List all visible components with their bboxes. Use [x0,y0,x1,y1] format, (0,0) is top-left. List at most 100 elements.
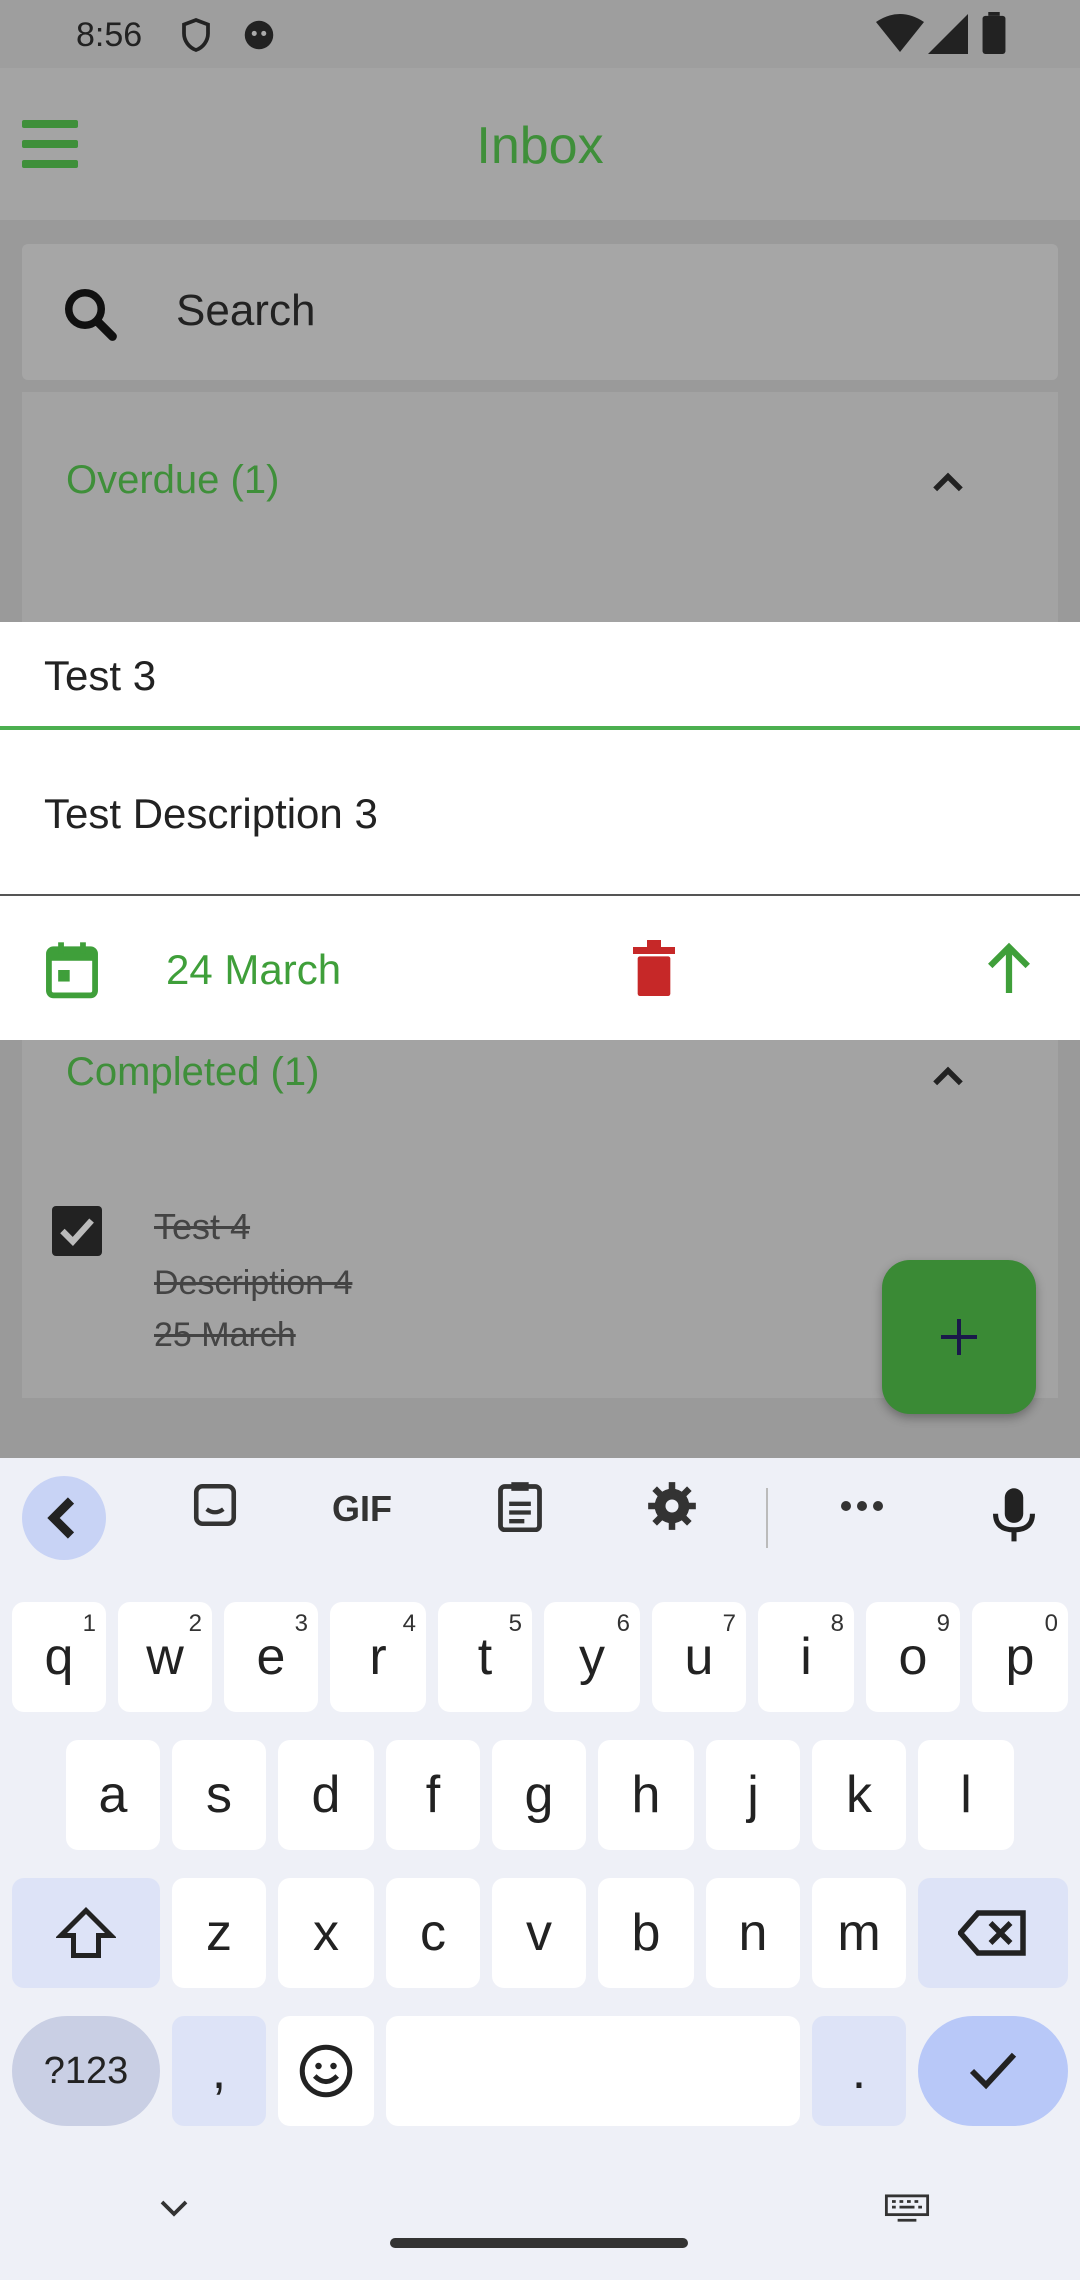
key-label: u [684,1628,714,1686]
key-label: w [146,1628,184,1686]
completed-item-description: Description 4 [154,1264,353,1302]
battery-icon [982,12,1006,54]
key-label: t [477,1628,493,1686]
completed-item-title[interactable]: Test 4 [154,1206,250,1248]
chevron-up-icon[interactable] [926,460,970,504]
key-label: o [898,1628,928,1686]
space-key[interactable] [386,2016,800,2126]
key-label: r [369,1628,387,1686]
key-label: p [1005,1628,1035,1686]
task-description-field[interactable]: Test Description 3 [44,790,378,838]
key-a[interactable]: a [66,1740,160,1850]
key-r[interactable]: r4 [330,1602,426,1712]
period-key[interactable]: . [812,2016,906,2126]
key-j[interactable]: j [706,1740,800,1850]
symbols-key[interactable]: ?123 [12,2016,160,2126]
signal-icon [928,14,968,54]
completed-header[interactable]: Completed (1) [66,1050,319,1095]
key-hint: 7 [722,1610,736,1637]
key-hint: 1 [82,1610,96,1637]
key-hint: 3 [294,1610,308,1637]
backspace-key[interactable] [918,1878,1068,1988]
key-hint: 5 [508,1610,522,1637]
wifi-icon [876,14,924,52]
calendar-icon[interactable] [44,940,100,1000]
settings-gear-icon[interactable] [646,1480,698,1532]
key-w[interactable]: w2 [118,1602,212,1712]
keyboard-switch-icon[interactable] [884,2194,930,2224]
key-i[interactable]: i8 [758,1602,854,1712]
status-bar: 8:56 [0,0,1080,68]
key-g[interactable]: g [492,1740,586,1850]
clipboard-icon[interactable] [496,1480,544,1532]
overdue-header[interactable]: Overdue (1) [66,458,279,503]
keyboard-hide-icon[interactable] [156,2196,192,2220]
overdue-section: Overdue (1) [22,392,1058,622]
key-l[interactable]: l [918,1740,1014,1850]
key-p[interactable]: p0 [972,1602,1068,1712]
trash-icon[interactable] [632,940,676,996]
task-title-field[interactable]: Test 3 [44,652,156,700]
emoji-key[interactable] [278,2016,374,2126]
key-c[interactable]: c [386,1878,480,1988]
key-label: y [579,1628,605,1686]
toolbar-divider [766,1488,768,1548]
chevron-left-icon [47,1497,75,1539]
key-f[interactable]: f [386,1740,480,1850]
key-label: q [44,1628,74,1686]
shift-key[interactable] [12,1878,160,1988]
key-label: e [256,1628,286,1686]
comma-key[interactable]: , [172,2016,266,2126]
completed-checkbox[interactable] [52,1206,102,1256]
arrow-up-icon[interactable] [984,940,1034,996]
page-title: Inbox [476,117,604,175]
check-icon [969,2052,1017,2090]
check-icon [60,1218,94,1246]
key-d[interactable]: d [278,1740,374,1850]
shield-icon [182,17,210,52]
microphone-icon[interactable] [990,1486,1038,1546]
key-z[interactable]: z [172,1878,266,1988]
gif-button[interactable]: GIF [332,1488,392,1530]
key-s[interactable]: s [172,1740,266,1850]
key-u[interactable]: u7 [652,1602,746,1712]
key-label: i [800,1628,812,1686]
key-k[interactable]: k [812,1740,906,1850]
search-input[interactable]: Search [176,286,315,336]
key-o[interactable]: o9 [866,1602,960,1712]
key-hint: 9 [936,1610,950,1637]
title-underline [0,726,1080,730]
soft-keyboard [0,1458,1080,2280]
key-n[interactable]: n [706,1878,800,1988]
search-icon [65,289,117,341]
key-h[interactable]: h [598,1740,694,1850]
due-date-label[interactable]: 24 March [166,946,341,994]
key-hint: 8 [830,1610,844,1637]
key-y[interactable]: y6 [544,1602,640,1712]
emoji-icon [299,2044,353,2098]
key-b[interactable]: b [598,1878,694,1988]
search-bar[interactable]: Search [22,244,1058,380]
sticker-icon[interactable] [190,1480,240,1530]
shift-icon [56,1906,116,1958]
key-e[interactable]: e3 [224,1602,318,1712]
key-q[interactable]: q1 [12,1602,106,1712]
key-x[interactable]: x [278,1878,374,1988]
app-bar: Inbox [0,68,1080,220]
description-underline [0,894,1080,896]
key-hint: 6 [616,1610,630,1637]
chevron-up-icon[interactable] [926,1054,970,1098]
key-v[interactable]: v [492,1878,586,1988]
key-t[interactable]: t5 [438,1602,532,1712]
gesture-navigation-bar[interactable] [390,2238,688,2248]
key-hint: 2 [188,1610,202,1637]
keyboard-back-button[interactable] [22,1476,106,1560]
more-options-icon[interactable] [838,1494,886,1518]
done-key[interactable] [918,2016,1068,2126]
key-hint: 4 [402,1610,416,1637]
add-task-button[interactable] [882,1260,1036,1414]
key-m[interactable]: m [812,1878,906,1988]
key-hint: 0 [1044,1610,1058,1637]
task-editor-sheet: Test 3 Test Description 3 24 March [0,622,1080,1040]
completed-item-date: 25 March [154,1316,296,1354]
